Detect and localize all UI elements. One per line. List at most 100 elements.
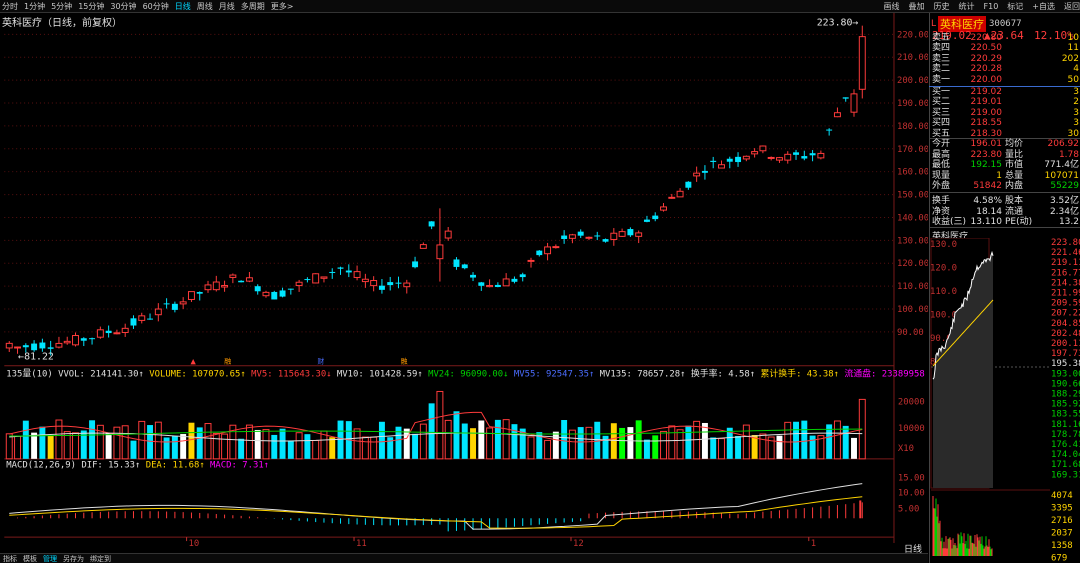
stat-label: 市值 — [1005, 160, 1024, 171]
stat-label: 换手 — [932, 196, 951, 206]
volume-bar — [212, 432, 220, 460]
ask-row-0[interactable]: 卖五 220.80 10 — [932, 33, 1079, 44]
stat-value: 3.52亿 — [1049, 196, 1079, 206]
candle-body — [801, 156, 808, 159]
volume-bar — [188, 422, 195, 459]
mini-volume-axis-label: 3395 — [1051, 504, 1073, 514]
mini-price-axis-label: 178.78 — [1051, 430, 1080, 440]
stat-value: 192.15 — [970, 160, 1003, 171]
timeframe-0[interactable]: 分时 — [2, 1, 18, 12]
timeframe-10[interactable]: 更多> — [271, 1, 294, 12]
candle-body — [428, 221, 435, 227]
ob-price: 219.01 — [970, 97, 1003, 108]
bottom-tab-2[interactable]: 管理 — [43, 554, 57, 563]
volume-axis-label: 10000 — [898, 424, 925, 434]
bottom-tab-3[interactable]: 另存为 — [63, 554, 84, 563]
candle-body — [858, 36, 866, 90]
tool-5[interactable]: 标记 — [1007, 1, 1023, 12]
ob-price: 220.50 — [970, 43, 1003, 54]
volume-bar — [14, 435, 21, 460]
volume-bar — [312, 439, 320, 460]
timeframe-8[interactable]: 月线 — [219, 1, 235, 12]
mini-left-axis-label: 110.0 — [930, 287, 957, 297]
volume-bar — [428, 403, 435, 459]
tool-0[interactable]: 画线 — [884, 1, 900, 12]
volume-bar — [31, 432, 38, 459]
mini-price-axis-label: 216.77 — [1051, 268, 1080, 278]
ob-qty: 3 — [1073, 87, 1079, 97]
candle-body — [668, 196, 676, 199]
bid-row-7[interactable]: 买三 219.00 3 — [932, 108, 1079, 119]
stat-value: 196.01 — [970, 139, 1003, 149]
volume-bar — [163, 437, 170, 459]
tool-1[interactable]: 叠加 — [909, 1, 925, 12]
tool-3[interactable]: 统计 — [959, 1, 975, 12]
ask-row-2[interactable]: 卖三 220.29 202 — [932, 54, 1079, 65]
stock-code: 300677 — [989, 19, 1022, 29]
bottom-tab-1[interactable]: 模板 — [23, 554, 37, 563]
stat-value: 2.34亿 — [1049, 206, 1079, 217]
timeframe-2[interactable]: 5分钟 — [51, 1, 72, 12]
volume-bar — [39, 426, 46, 459]
candlestick-chart[interactable]: 220.00210.00200.00190.00180.00170.00160.… — [0, 13, 928, 548]
volume-bar — [585, 426, 593, 460]
candle-body — [833, 112, 841, 118]
volume-indicator-5: MV55: 92547.35↑ — [514, 370, 600, 380]
candle-body — [461, 264, 468, 269]
ask-row-3[interactable]: 卖二 220.28 4 — [932, 64, 1079, 75]
timeframe-7[interactable]: 周线 — [197, 1, 213, 12]
tool-2[interactable]: 历史 — [934, 1, 950, 12]
timeframe-9[interactable]: 多周期 — [241, 1, 265, 12]
bid-row-5[interactable]: 买一 219.02 3 — [932, 87, 1079, 98]
candle-body — [718, 164, 725, 169]
tool-7[interactable]: 返回 — [1064, 1, 1080, 12]
candle-body — [147, 318, 154, 320]
orderbook-divider — [929, 85, 1080, 87]
volume-bar — [154, 421, 162, 460]
bottom-tab-4[interactable]: 绑定到 — [90, 554, 111, 563]
candle-body — [204, 284, 212, 291]
candle-body — [850, 93, 858, 113]
ob-label: 卖三 — [932, 53, 951, 64]
volume-indicator-7: 换手率: 4.58↑ — [691, 368, 761, 380]
stat-value: 1.78 — [1058, 149, 1079, 160]
ob-qty: 2 — [1073, 97, 1079, 108]
volume-bar — [453, 411, 460, 459]
bid-row-8[interactable]: 买四 218.55 3 — [932, 118, 1079, 129]
volume-indicator-2: MV5: 115643.30↓ — [251, 370, 337, 380]
candle-body — [63, 340, 71, 344]
candle-body — [826, 129, 833, 131]
volume-bar — [643, 439, 650, 459]
volume-bar — [171, 435, 178, 459]
volume-bar — [610, 423, 617, 459]
tool-4[interactable]: F10 — [984, 2, 999, 11]
bid-row-6[interactable]: 买二 219.01 2 — [932, 97, 1079, 108]
volume-bar — [370, 436, 378, 460]
volume-bar — [652, 435, 659, 459]
volume-bar — [552, 431, 559, 459]
candle-body — [55, 342, 63, 348]
bottom-tab-0[interactable]: 指标 — [3, 554, 17, 563]
price-axis-label: 130.00 — [897, 236, 928, 246]
timeframe-5[interactable]: 60分钟 — [143, 1, 169, 12]
volume-bar — [254, 429, 261, 459]
candle-body — [121, 327, 129, 334]
timeframe-3[interactable]: 15分钟 — [78, 1, 104, 12]
timeframe-4[interactable]: 30分钟 — [110, 1, 136, 12]
intraday-mini-chart[interactable]: 130.0120.0110.0100.090.080.0223.80221.46… — [929, 238, 1080, 563]
ask-row-1[interactable]: 卖四 220.50 11 — [932, 43, 1079, 54]
ob-label: 买一 — [932, 87, 951, 97]
event-marker: 融 — [224, 357, 231, 366]
timeframe-1[interactable]: 1分钟 — [24, 1, 45, 12]
volume-bar — [329, 437, 336, 459]
ask-row-4[interactable]: 卖一 220.00 50 — [932, 75, 1079, 86]
mini-chart-tab[interactable]: 日线 — [904, 542, 922, 555]
candle-body — [486, 285, 494, 288]
candle-body — [387, 282, 394, 286]
stat-label: 今开 — [932, 139, 951, 149]
ob-label: 卖一 — [932, 74, 951, 85]
tool-6[interactable]: +自选 — [1032, 1, 1055, 12]
timeframe-6[interactable]: 日线 — [175, 1, 191, 12]
candle-body — [519, 274, 526, 278]
candle-body — [163, 303, 170, 305]
